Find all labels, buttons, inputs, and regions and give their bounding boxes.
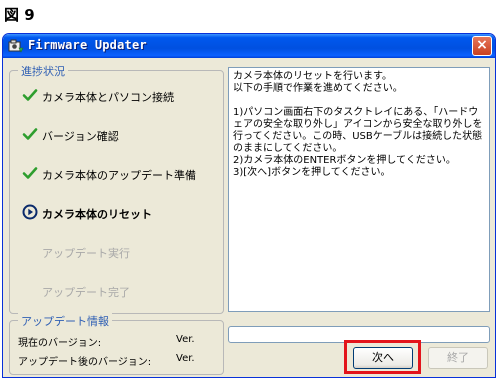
instructions-textbox[interactable]: カメラ本体のリセットを行います。 以下の手順で作業を進めてください。 1)パソコ… (228, 67, 490, 312)
current-step-icon (22, 204, 38, 220)
app-icon (8, 39, 24, 53)
new-version-label: アップデート後のバージョン: (18, 357, 152, 368)
progress-status-group: 進捗状況 カメラ本体とパソコン接続 バージョン確認カメラ本体のアップデート準備 カメ… (9, 63, 224, 314)
step-item: アップデート完了 (10, 281, 220, 301)
update-info-label: アップデート情報 (18, 313, 112, 329)
step-item: アップデート実行 (10, 242, 220, 262)
current-version-label: 現在のバージョン: (18, 338, 102, 349)
step-label: バージョン確認 (42, 130, 119, 143)
title-bar[interactable]: Firmware Updater × (3, 34, 495, 58)
window-title: Firmware Updater (28, 38, 147, 52)
step-label: アップデート実行 (42, 247, 130, 260)
next-button-highlight (344, 340, 421, 374)
current-version-value: Ver. (176, 334, 195, 345)
step-label: カメラ本体のリセット (42, 208, 152, 221)
new-version-value: Ver. (176, 353, 195, 364)
close-button[interactable]: × (472, 36, 492, 56)
update-info-group: アップデート情報 現在のバージョン: Ver. アップデート後のバージョン: V… (9, 313, 224, 375)
progress-status-label: 進捗状況 (18, 63, 68, 79)
checkmark-icon (22, 128, 38, 140)
step-item: カメラ本体のリセット (10, 203, 220, 223)
checkmark-icon (22, 167, 38, 179)
step-item: バージョン確認 (10, 125, 220, 145)
figure-label: 図 9 (4, 6, 35, 24)
firmware-updater-window: Firmware Updater × 進捗状況 カメラ本体とパソコン接続 バージョ… (2, 33, 496, 378)
finish-button: 終了 (428, 347, 488, 369)
step-item: カメラ本体とパソコン接続 (10, 86, 220, 106)
step-label: カメラ本体のアップデート準備 (42, 169, 196, 182)
step-label: アップデート完了 (42, 286, 130, 299)
step-label: カメラ本体とパソコン接続 (42, 91, 174, 104)
step-item: カメラ本体のアップデート準備 (10, 164, 220, 184)
checkmark-icon (22, 89, 38, 101)
